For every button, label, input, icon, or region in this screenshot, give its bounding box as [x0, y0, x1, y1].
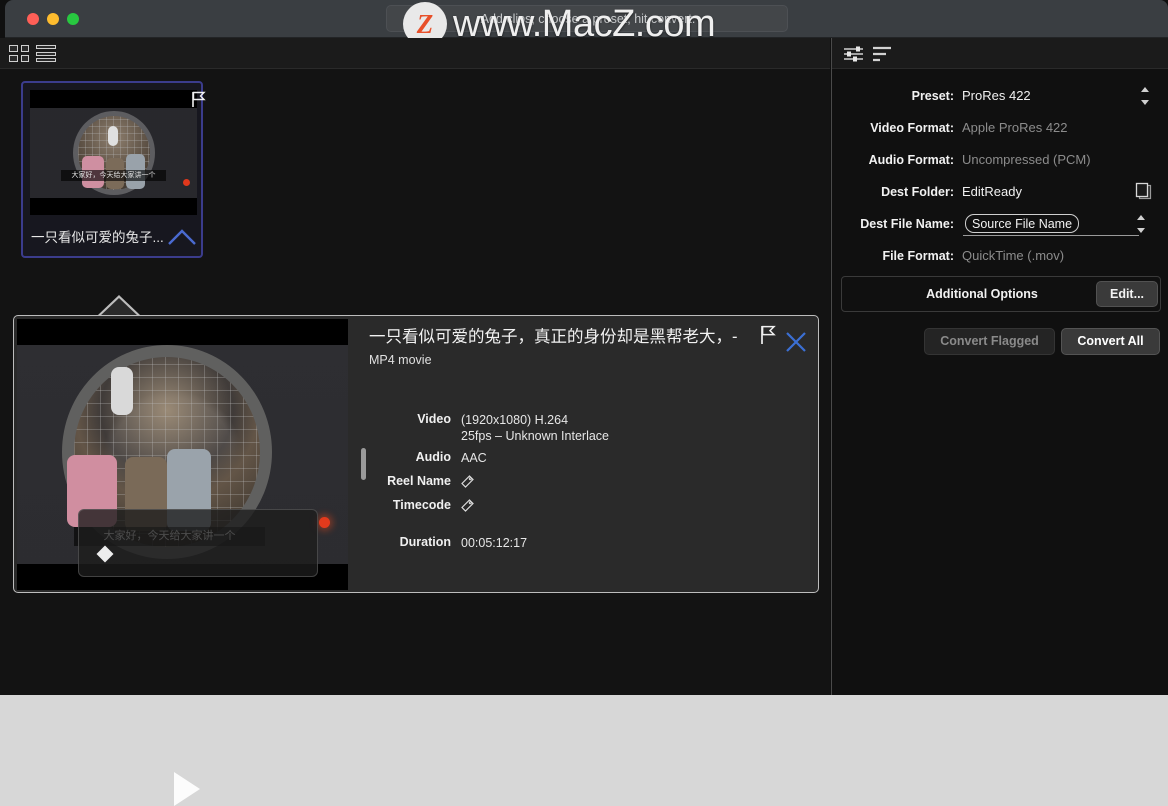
- grid-view-icon[interactable]: [9, 45, 29, 62]
- meta-value: 00:05:12:17: [461, 536, 528, 550]
- meta-label: Timecode: [392, 498, 451, 512]
- meta-row-audio: Audio AAC: [369, 450, 809, 466]
- meta-value-line2: 25fps – Unknown Interlace: [461, 429, 610, 443]
- chevron-up-icon[interactable]: [167, 228, 197, 251]
- field-dest-file-name[interactable]: Dest File Name: Source File Name: [832, 208, 1168, 240]
- tag-icon[interactable]: [459, 498, 475, 516]
- settings-panel: Preset: ProRes 422 Video Format: Apple P…: [831, 38, 1168, 695]
- scrubber-playhead[interactable]: [96, 545, 114, 563]
- field-label: Audio Format:: [868, 153, 954, 167]
- meta-label: Duration: [399, 535, 451, 549]
- main-area: 大家好，今天给大家讲一个 一只看似可爱的兔子... 一只看似可爱的兔子，真正的身…: [0, 38, 830, 806]
- preset-stepper[interactable]: [1140, 87, 1149, 105]
- settings-form: Preset: ProRes 422 Video Format: Apple P…: [832, 80, 1168, 272]
- video-figure: [111, 367, 133, 415]
- field-label: Dest Folder:: [881, 185, 954, 199]
- field-audio-format: Audio Format: Uncompressed (PCM): [832, 144, 1168, 176]
- player-controls[interactable]: [78, 509, 318, 577]
- video-preview[interactable]: 大家好，今天给大家讲一个: [17, 319, 348, 590]
- field-label: Preset:: [911, 89, 954, 103]
- clip-caption: 大家好，今天给大家讲一个: [61, 170, 166, 181]
- field-label: File Format:: [882, 249, 954, 263]
- title-hint-field[interactable]: Add clips, choose a preset, hit convert.: [386, 5, 788, 32]
- zoom-window-button[interactable]: [67, 13, 79, 25]
- meta-value-line: (1920x1080) H.264: [461, 413, 569, 427]
- traffic-lights: [27, 13, 79, 25]
- meta-value: AAC: [461, 451, 487, 465]
- clip-meta-header: 一只看似可爱的兔子，真正的身份却是黑帮老大，- MP4 movie: [369, 326, 809, 367]
- minimize-window-button[interactable]: [47, 13, 59, 25]
- sliders-icon[interactable]: [843, 45, 865, 68]
- clip-red-dot: [183, 179, 190, 186]
- field-value: EditReady: [962, 184, 1022, 199]
- app-window: Add clips, choose a preset, hit convert.…: [0, 0, 1168, 806]
- sort-list-icon[interactable]: [872, 45, 894, 68]
- close-icon[interactable]: [784, 330, 808, 359]
- preview-scrollbar[interactable]: [361, 448, 366, 480]
- meta-label: Audio: [415, 450, 451, 464]
- video-red-dot: [319, 517, 330, 528]
- field-value: ProRes 422: [962, 88, 1031, 103]
- title-hint-text: Add clips, choose a preset, hit convert.: [480, 12, 696, 26]
- title-bar: Add clips, choose a preset, hit convert.…: [5, 0, 1168, 46]
- settings-toolbar: [832, 38, 1168, 69]
- clip-thumbnail[interactable]: 大家好，今天给大家讲一个: [30, 90, 197, 215]
- field-value: Uncompressed (PCM): [962, 152, 1091, 167]
- meta-row-reel-name[interactable]: Reel Name: [369, 474, 809, 492]
- list-view-icon[interactable]: [36, 45, 56, 62]
- dest-file-name-token[interactable]: Source File Name: [965, 214, 1080, 233]
- clip-figure: [108, 126, 118, 146]
- meta-row-video: Video (1920x1080) H.264 25fps – Unknown …: [369, 412, 809, 444]
- meta-label: Reel Name: [387, 474, 451, 488]
- additional-options-row: Additional Options Edit...: [841, 276, 1161, 312]
- field-video-format: Video Format: Apple ProRes 422: [832, 112, 1168, 144]
- detail-flag-icon[interactable]: [760, 325, 776, 350]
- clip-detail-title: 一只看似可爱的兔子，真正的身份却是黑帮老大，-: [369, 328, 738, 346]
- additional-options-label: Additional Options: [926, 287, 1038, 301]
- field-file-format: File Format: QuickTime (.mov): [832, 240, 1168, 272]
- clip-meta-rows: Video (1920x1080) H.264 25fps – Unknown …: [369, 412, 809, 557]
- meta-value: (1920x1080) H.264 25fps – Unknown Interl…: [461, 412, 609, 444]
- meta-row-timecode[interactable]: Timecode: [369, 498, 809, 516]
- field-label: Dest File Name:: [860, 217, 954, 231]
- play-icon[interactable]: [174, 772, 200, 806]
- field-dest-folder[interactable]: Dest Folder: EditReady: [832, 176, 1168, 208]
- meta-row-duration: Duration 00:05:12:17: [369, 535, 809, 551]
- field-value: Apple ProRes 422: [962, 120, 1068, 135]
- meta-label: Video: [417, 412, 451, 426]
- field-value: QuickTime (.mov): [962, 248, 1065, 263]
- convert-flagged-button[interactable]: Convert Flagged: [924, 328, 1055, 355]
- view-toolbar: [0, 38, 830, 69]
- folder-icon[interactable]: [1134, 182, 1154, 207]
- tag-icon[interactable]: [459, 474, 475, 492]
- edit-button[interactable]: Edit...: [1096, 281, 1158, 307]
- clip-thumbnail-image: 大家好，今天给大家讲一个: [30, 108, 197, 198]
- field-preset[interactable]: Preset: ProRes 422: [832, 80, 1168, 112]
- dest-file-name-stepper[interactable]: [1136, 215, 1145, 233]
- convert-all-button[interactable]: Convert All: [1061, 328, 1160, 355]
- field-label: Video Format:: [870, 121, 954, 135]
- flag-icon[interactable]: [191, 91, 206, 113]
- clip-detail-subtitle: MP4 movie: [369, 353, 432, 367]
- clip-card[interactable]: 大家好，今天给大家讲一个 一只看似可爱的兔子...: [21, 81, 206, 258]
- detail-pointer-inner: [100, 298, 138, 316]
- clip-title: 一只看似可爱的兔子...: [31, 230, 163, 245]
- clip-detail-panel: 大家好，今天给大家讲一个 一只看似可爱的兔子，真正的身份却是黑帮老大，- MP4…: [13, 315, 819, 806]
- close-window-button[interactable]: [27, 13, 39, 25]
- dest-file-name-underline: [963, 235, 1139, 236]
